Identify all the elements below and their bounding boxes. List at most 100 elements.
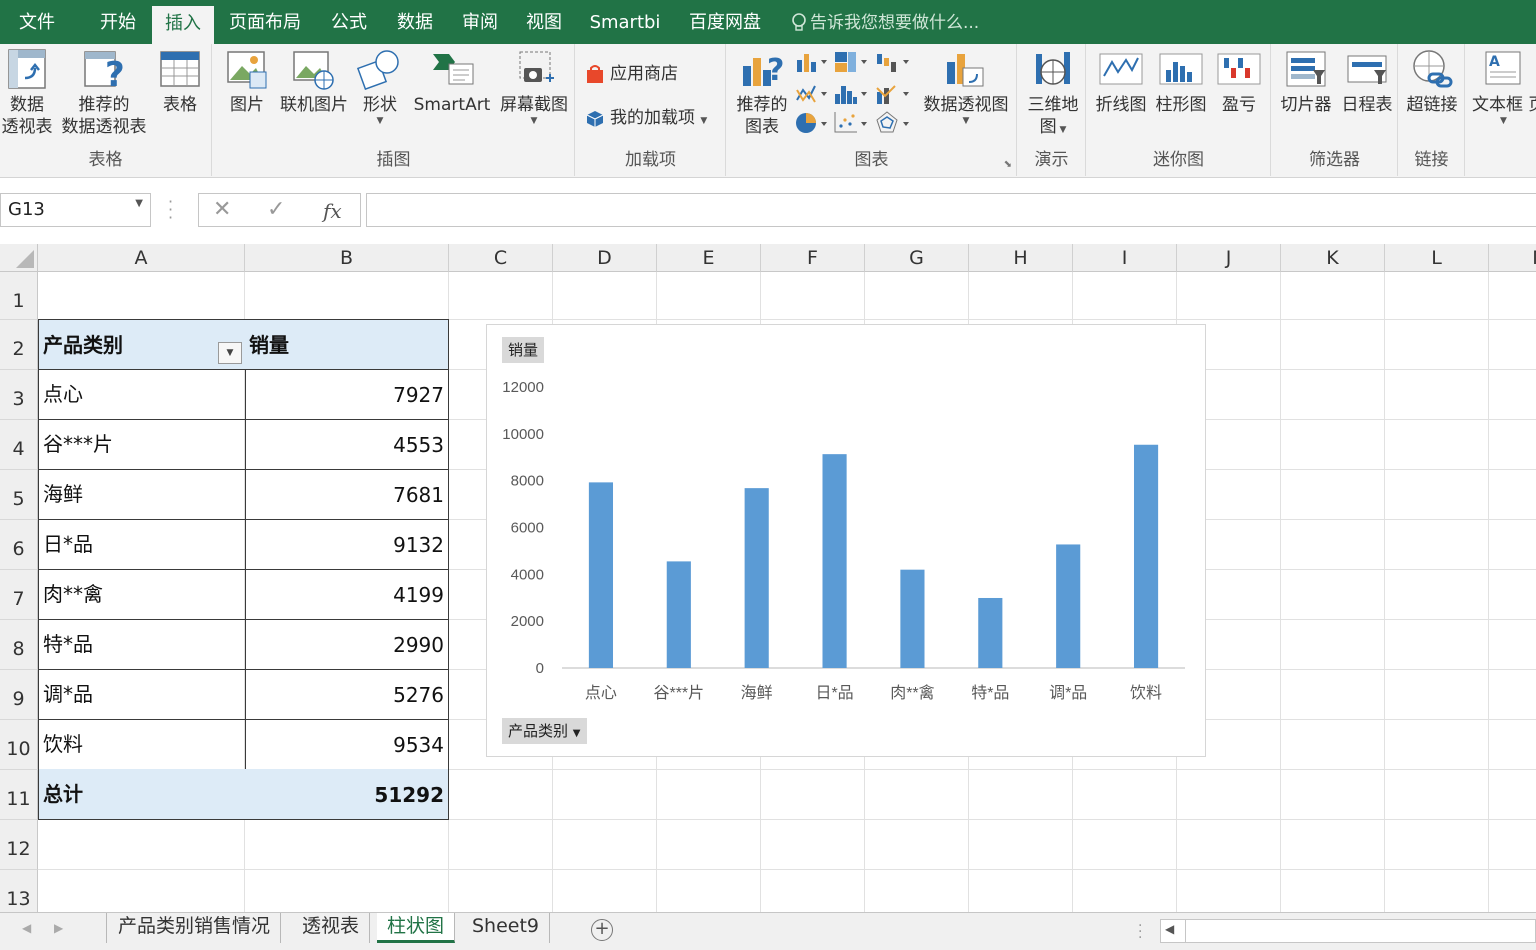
pivot-header-value[interactable]: 销量: [245, 319, 449, 370]
column-header-b[interactable]: B: [245, 244, 449, 272]
pivot-row-category[interactable]: 饮料: [38, 719, 246, 770]
pivot-row-value[interactable]: 2990: [245, 619, 449, 670]
pivot-row-value[interactable]: 9534: [245, 719, 449, 770]
pivot-row-value[interactable]: 9132: [245, 519, 449, 570]
row-header-6[interactable]: 6: [0, 520, 38, 570]
online-picture-button[interactable]: 联机图片: [277, 48, 351, 116]
sheet-tab-column-chart[interactable]: 柱状图: [377, 913, 456, 943]
name-box[interactable]: G13 ▼: [0, 193, 151, 227]
column-header-m[interactable]: M: [1489, 244, 1536, 272]
slicer-button[interactable]: 切片器: [1276, 48, 1336, 116]
row-header-2[interactable]: 2: [0, 320, 38, 370]
column-header-d[interactable]: D: [553, 244, 657, 272]
pivot-row-category[interactable]: 海鲜: [38, 469, 246, 520]
column-header-l[interactable]: L: [1385, 244, 1489, 272]
hierarchy-chart-icon[interactable]: [833, 50, 873, 74]
chart-bar[interactable]: [900, 569, 925, 668]
column-header-c[interactable]: C: [449, 244, 553, 272]
scatter-chart-icon[interactable]: [833, 110, 873, 136]
pivot-chart-button[interactable]: 数据透视图 ▼: [919, 48, 1013, 126]
pivot-chart[interactable]: 销量 0 2000 4000 6000 8000 10000 12000 点心 谷***片 海鲜 日…: [486, 324, 1206, 757]
tell-me-search[interactable]: 告诉我您想要做什么...: [790, 0, 979, 44]
formula-input[interactable]: [366, 193, 1536, 227]
category-filter-dropdown-icon[interactable]: ▼: [218, 342, 242, 364]
tab-formulas[interactable]: 公式: [318, 0, 380, 44]
column-header-g[interactable]: G: [865, 244, 969, 272]
pivot-row-value[interactable]: 5276: [245, 669, 449, 720]
pivot-total-label[interactable]: 总计: [38, 769, 246, 820]
pivot-row-category[interactable]: 调*品: [38, 669, 246, 720]
tab-review[interactable]: 审阅: [450, 0, 510, 44]
row-header-3[interactable]: 3: [0, 370, 38, 420]
category-field-button[interactable]: 产品类别 ▼: [502, 718, 587, 744]
pivot-table-button[interactable]: 数据 透视表: [0, 48, 54, 138]
tab-data[interactable]: 数据: [384, 0, 446, 44]
row-header-4[interactable]: 4: [0, 420, 38, 470]
column-header-h[interactable]: H: [969, 244, 1073, 272]
row-header-13[interactable]: 13: [0, 870, 38, 912]
pivot-row-category[interactable]: 特*品: [38, 619, 246, 670]
add-sheet-icon[interactable]: +: [591, 919, 613, 941]
statistic-chart-icon[interactable]: [833, 82, 873, 106]
office-store-button[interactable]: 应用商店: [584, 62, 678, 86]
shapes-button[interactable]: 形状 ▼: [357, 48, 403, 126]
pivot-row-category[interactable]: 谷***片: [38, 419, 246, 470]
column-header-i[interactable]: I: [1073, 244, 1177, 272]
table-button[interactable]: 表格: [156, 48, 204, 116]
cancel-icon[interactable]: ✕: [213, 197, 231, 222]
chart-bar[interactable]: [822, 454, 847, 668]
row-header-8[interactable]: 8: [0, 620, 38, 670]
textbox-button[interactable]: A 文本框 页 ▼: [1472, 48, 1536, 126]
smartart-button[interactable]: SmartArt: [411, 48, 493, 116]
hyperlink-button[interactable]: 超链接: [1401, 48, 1463, 116]
column-header-a[interactable]: A: [38, 244, 245, 272]
enter-icon[interactable]: ✓: [267, 197, 285, 222]
tab-smartbi[interactable]: Smartbi: [584, 0, 666, 44]
name-box-dropdown-icon[interactable]: ▼: [135, 198, 143, 209]
formula-bar-grip-icon[interactable]: · · ·: [168, 194, 173, 226]
tab-view[interactable]: 视图: [514, 0, 574, 44]
select-all-corner[interactable]: [0, 244, 38, 272]
tab-baidu-netdisk[interactable]: 百度网盘: [680, 0, 770, 44]
waterfall-chart-icon[interactable]: [875, 50, 915, 74]
value-field-button[interactable]: 销量: [502, 337, 545, 363]
row-header-11[interactable]: 11: [0, 770, 38, 820]
pivot-row-category[interactable]: 点心: [38, 369, 246, 420]
chart-bar[interactable]: [978, 597, 1003, 668]
my-addins-button[interactable]: 我的加载项 ▼: [584, 106, 707, 133]
scroll-left-icon[interactable]: ◀: [1165, 922, 1174, 936]
sheet-tab-sheet9[interactable]: Sheet9: [462, 913, 551, 943]
3d-map-button[interactable]: 三维地 图 ▼: [1022, 48, 1084, 141]
pie-chart-icon[interactable]: [795, 110, 831, 136]
column-header-j[interactable]: J: [1177, 244, 1281, 272]
horizontal-scrollbar[interactable]: ◀: [1160, 919, 1536, 943]
combo-chart-icon[interactable]: [875, 82, 915, 106]
recommended-charts-button[interactable]: ? 推荐的 图表: [731, 48, 793, 138]
tab-file[interactable]: 文件: [0, 0, 74, 44]
chart-bar[interactable]: [744, 488, 769, 668]
row-header-5[interactable]: 5: [0, 470, 38, 520]
recommended-pivot-button[interactable]: ? 推荐的 数据透视表: [56, 48, 152, 138]
row-header-9[interactable]: 9: [0, 670, 38, 720]
timeline-button[interactable]: 日程表: [1338, 48, 1396, 116]
radar-chart-icon[interactable]: [875, 110, 915, 136]
pivot-row-value[interactable]: 7681: [245, 469, 449, 520]
picture-button[interactable]: 图片: [223, 48, 271, 116]
tab-page-layout[interactable]: 页面布局: [222, 0, 308, 44]
row-header-1[interactable]: 1: [0, 272, 38, 320]
dialog-launcher-icon[interactable]: ⬊: [1004, 159, 1012, 170]
column-chart-icon[interactable]: [795, 50, 831, 74]
insert-function-icon[interactable]: fx: [323, 199, 342, 223]
pivot-header-category[interactable]: 产品类别: [38, 319, 246, 370]
pivot-total-value[interactable]: 51292: [245, 769, 449, 820]
pivot-row-category[interactable]: 肉**禽: [38, 569, 246, 620]
pivot-row-category[interactable]: 日*品: [38, 519, 246, 570]
sparkline-winloss-button[interactable]: 盈亏: [1211, 48, 1267, 116]
chart-bar[interactable]: [666, 561, 691, 668]
tab-home[interactable]: 开始: [86, 0, 150, 44]
row-header-7[interactable]: 7: [0, 570, 38, 620]
line-chart-icon[interactable]: [795, 82, 831, 106]
sheet-tab-category-sales[interactable]: 产品类别销售情况: [108, 913, 282, 943]
pivot-row-value[interactable]: 4199: [245, 569, 449, 620]
column-header-e[interactable]: E: [657, 244, 761, 272]
